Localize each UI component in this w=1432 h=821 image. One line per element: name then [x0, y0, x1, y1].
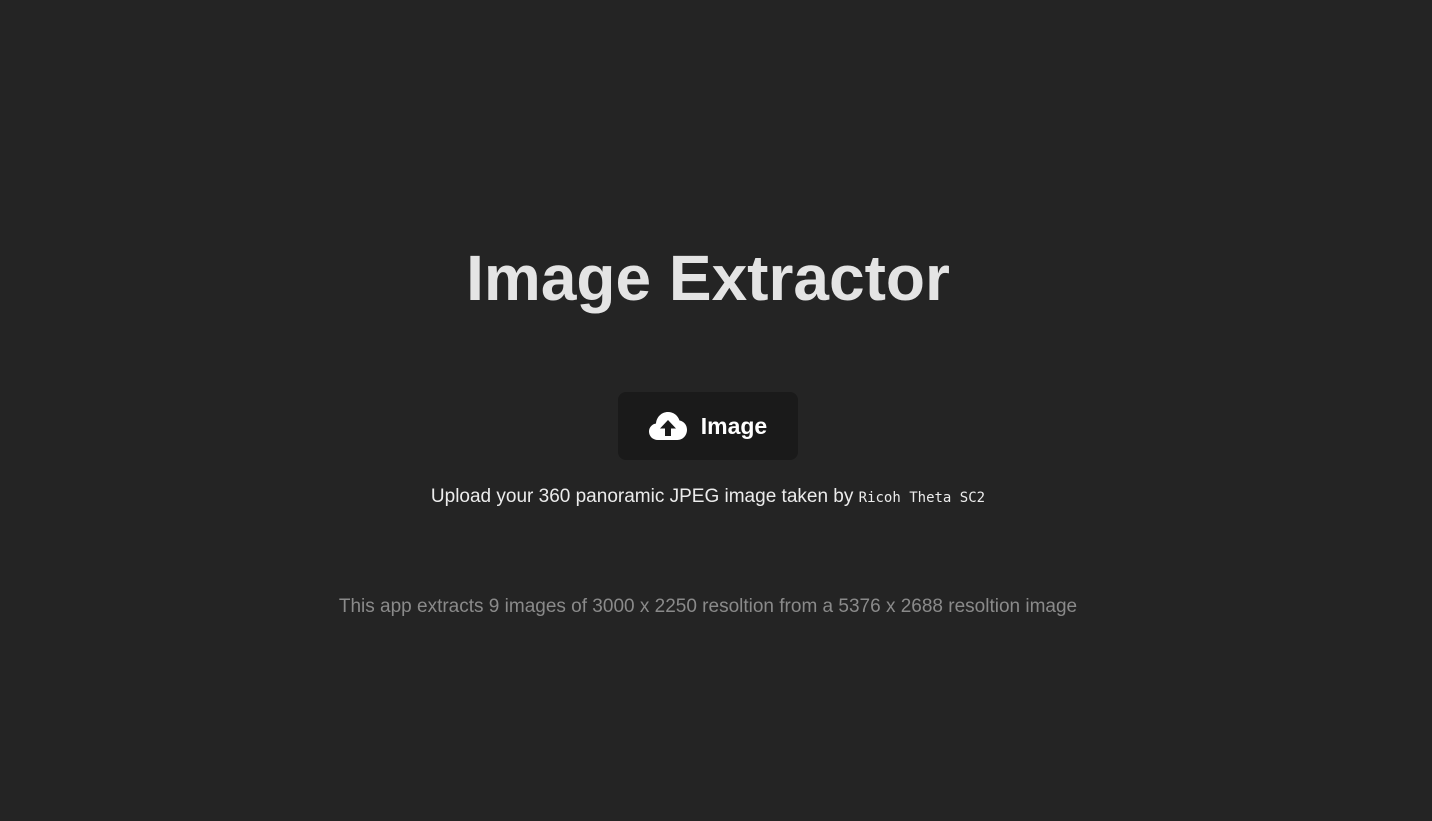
- upload-image-button[interactable]: Image: [618, 392, 798, 460]
- cloud-upload-icon: [648, 411, 687, 441]
- upload-instructions-text: Upload your 360 panoramic JPEG image tak…: [430, 486, 859, 507]
- page-title: Image Extractor: [466, 242, 950, 314]
- app-description: This app extracts 9 images of 3000 x 225…: [338, 596, 1078, 617]
- camera-model: Ricoh Theta SC2: [858, 490, 986, 506]
- upload-button-label: Image: [700, 413, 768, 439]
- upload-instructions: Upload your 360 panoramic JPEG image tak…: [0, 484, 1416, 511]
- app-root: Image Extractor Image Upload your 360 pa…: [0, 0, 1432, 821]
